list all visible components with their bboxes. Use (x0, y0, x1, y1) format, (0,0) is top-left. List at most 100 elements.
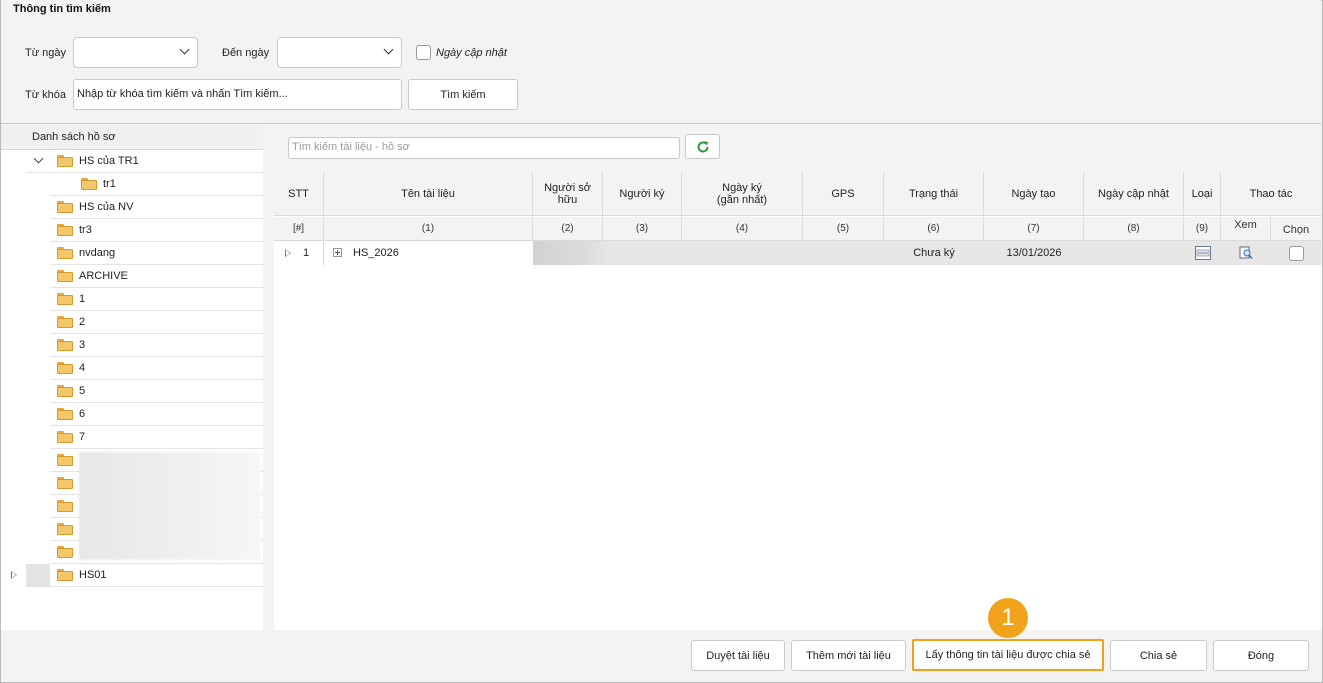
column-header-actions: Thao tác (1221, 172, 1321, 216)
folder-icon (57, 546, 73, 558)
tree-item-label: nvdang (79, 247, 116, 259)
folder-icon (57, 569, 73, 581)
column-header-gps[interactable]: GPS (803, 172, 884, 216)
table-row[interactable]: 1 HS_2026 Chưa ký 13/01/2026 (274, 241, 1321, 265)
column-header-sign-date[interactable]: Ngày ký (gần nhất) (682, 172, 803, 216)
row-select-checkbox[interactable] (1288, 245, 1304, 261)
folder-icon (57, 500, 73, 512)
search-button[interactable]: Tìm kiếm (408, 79, 518, 110)
column-header-type[interactable]: Loại (1184, 172, 1221, 216)
view-button[interactable] (1221, 241, 1271, 265)
updated-date-label: Ngày cập nhật (436, 47, 507, 59)
column-header-select: Chọn (1271, 217, 1321, 241)
column-header-stt[interactable]: STT (274, 172, 324, 216)
docx-file-icon (1194, 246, 1211, 260)
document-search-input[interactable]: Tìm kiếm tài liệu - hồ sơ (288, 137, 680, 159)
tree-item-1[interactable]: 1 (1, 288, 263, 311)
expand-plus-icon[interactable] (333, 248, 342, 257)
keyword-input[interactable]: Nhập từ khóa tìm kiếm và nhấn Tìm kiếm..… (73, 79, 402, 110)
column-header-created[interactable]: Ngày tạo (984, 172, 1084, 216)
tree-item-label: 2 (79, 316, 86, 328)
folder-icon (57, 477, 73, 489)
chevron-down-icon[interactable] (33, 153, 44, 164)
tree-header-label: Danh sách hồ sơ (32, 131, 116, 143)
chevron-down-icon (179, 44, 190, 55)
keyword-label: Từ khóa (25, 89, 66, 101)
tree-item-tr3[interactable]: tr3 (1, 219, 263, 242)
folder-icon (57, 454, 73, 466)
folder-icon (57, 523, 73, 535)
tree-item-label: ARCHIVE (79, 270, 128, 282)
column-index: (7) (984, 217, 1084, 241)
tree-item-hs-cua-tr1[interactable]: HS của TR1 (1, 150, 263, 173)
folder-icon (57, 155, 73, 167)
chevron-down-icon (383, 44, 394, 55)
add-document-button[interactable]: Thêm mới tài liệu (791, 640, 906, 671)
expand-arrow-icon[interactable] (285, 249, 291, 257)
tree-item-label: 7 (79, 431, 86, 443)
tree-item-5[interactable]: 5 (1, 380, 263, 403)
folder-icon (57, 339, 73, 351)
to-date-select[interactable] (277, 37, 402, 68)
row-status: Chưa ký (913, 247, 955, 259)
column-header-status[interactable]: Trạng thái (884, 172, 984, 216)
tree-header: Danh sách hồ sơ (1, 125, 263, 150)
column-index: (4) (682, 217, 803, 241)
folder-icon (57, 293, 73, 305)
folder-icon (57, 431, 73, 443)
column-header-name[interactable]: Tên tài liệu (324, 172, 533, 216)
folder-icon (57, 270, 73, 282)
column-header-owner[interactable]: Người sở hữu (533, 172, 603, 216)
tree-item-label: 4 (79, 362, 86, 374)
tree-item-hs01[interactable]: HS01 (1, 564, 263, 587)
tree-item-2[interactable]: 2 (1, 311, 263, 334)
row-stt: 1 (303, 247, 310, 259)
tree-item-tr1[interactable]: tr1 (1, 173, 263, 196)
column-index: (5) (803, 217, 884, 241)
folder-icon (81, 178, 97, 190)
redacted-area (79, 452, 261, 560)
column-index: (6) (884, 217, 984, 241)
row-document-name: HS_2026 (353, 247, 399, 259)
browse-documents-button[interactable]: Duyệt tài liệu (691, 640, 785, 671)
column-index: (8) (1084, 217, 1184, 241)
close-button[interactable]: Đóng (1213, 640, 1309, 671)
tree-item-label: 6 (79, 408, 86, 420)
tree-item-label: tr1 (103, 178, 116, 190)
refresh-button[interactable] (685, 134, 720, 159)
document-grid: STT Tên tài liệu Người sở hữu Người ký N… (274, 172, 1321, 630)
row-created-date: 13/01/2026 (1006, 247, 1062, 259)
record-tree: Danh sách hồ sơ HS của TR1 tr1 HS của NV… (1, 125, 263, 630)
share-button[interactable]: Chia sẻ (1110, 640, 1207, 671)
tree-item-4[interactable]: 4 (1, 357, 263, 380)
tree-item-archive[interactable]: ARCHIVE (1, 265, 263, 288)
redacted-owner (533, 241, 609, 265)
tree-item-7[interactable]: 7 (1, 426, 263, 449)
to-date-label: Đến ngày (222, 47, 270, 59)
column-header-view: Xem (1221, 217, 1271, 241)
folder-icon (57, 201, 73, 213)
column-header-signer[interactable]: Người ký (603, 172, 682, 216)
column-header-updated[interactable]: Ngày cập nhật (1084, 172, 1184, 216)
folder-icon (57, 247, 73, 259)
preview-icon (1239, 246, 1253, 259)
tree-item-nvdang[interactable]: nvdang (1, 242, 263, 265)
folder-icon (57, 316, 73, 328)
updated-date-checkbox[interactable] (416, 45, 431, 60)
from-date-label: Từ ngày (25, 47, 66, 59)
from-date-select[interactable] (73, 37, 198, 68)
tree-item-label: 1 (79, 293, 86, 305)
search-panel-title: Thông tin tìm kiếm (13, 3, 111, 15)
expand-arrow-icon[interactable] (11, 571, 17, 579)
tree-item-hs-cua-nv[interactable]: HS của NV (1, 196, 263, 219)
folder-icon (57, 408, 73, 420)
folder-icon (57, 224, 73, 236)
step-badge: 1 (988, 598, 1028, 638)
tree-item-label: HS của TR1 (79, 155, 139, 167)
tree-item-label: tr3 (79, 224, 92, 236)
tree-item-label: HS của NV (79, 201, 134, 213)
column-index: (3) (603, 217, 682, 241)
tree-item-6[interactable]: 6 (1, 403, 263, 426)
tree-item-3[interactable]: 3 (1, 334, 263, 357)
tree-item-label: HS01 (79, 569, 107, 581)
